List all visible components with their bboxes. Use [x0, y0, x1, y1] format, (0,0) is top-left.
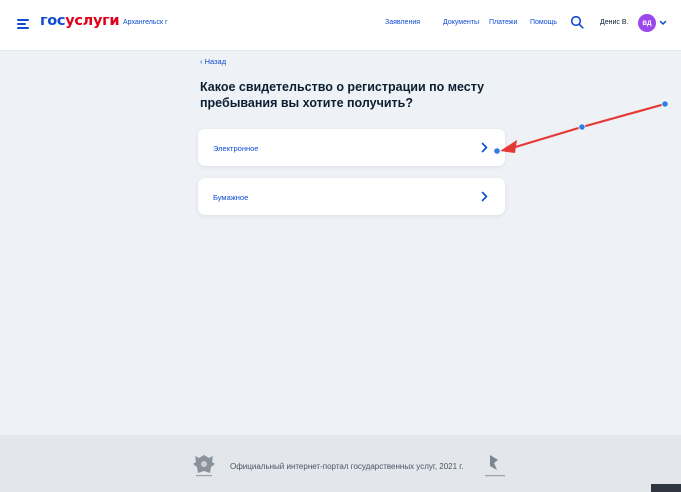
option-electronic[interactable]: Электронное — [198, 129, 505, 166]
user-name[interactable]: Денис В. — [600, 19, 628, 26]
chevron-right-icon — [481, 191, 488, 202]
footer-copyright: Официальный интернет-портал государствен… — [230, 462, 464, 471]
search-icon[interactable] — [570, 15, 584, 29]
chevron-right-icon — [481, 142, 488, 153]
page-title: Какое свидетельство о регистрации по мес… — [200, 80, 485, 110]
chevron-down-icon[interactable] — [659, 19, 667, 27]
gosuslugi-logo[interactable]: госуслуги — [40, 13, 120, 29]
corner-badge — [651, 484, 681, 492]
back-label: Назад — [204, 57, 227, 66]
nav-documents[interactable]: Документы — [443, 19, 479, 26]
nav-help[interactable]: Помощь — [530, 19, 557, 26]
option-label: Электронное — [213, 144, 259, 153]
option-paper[interactable]: Бумажное — [198, 178, 505, 215]
avatar[interactable]: ВД — [638, 14, 656, 32]
menu-icon[interactable] — [17, 19, 29, 29]
annotation-arrow — [493, 100, 669, 155]
chevron-left-icon: ‹ — [200, 57, 203, 66]
back-link[interactable]: ‹ Назад — [200, 57, 226, 66]
option-label: Бумажное — [213, 193, 249, 202]
logo-part-gos: гос — [40, 13, 66, 29]
rostelecom-logo-icon — [485, 455, 505, 477]
avatar-initials: ВД — [642, 19, 652, 27]
top-header: госуслуги Архангельск г Заявления Докуме… — [0, 0, 681, 51]
footer: Официальный интернет-портал государствен… — [0, 435, 681, 492]
logo-part-uslugi: услуги — [65, 13, 120, 29]
nav-payments[interactable]: Платежи — [489, 19, 517, 26]
location-link[interactable]: Архангельск г — [123, 19, 168, 26]
nav-applications[interactable]: Заявления — [385, 19, 420, 26]
coat-of-arms-icon — [193, 455, 215, 477]
